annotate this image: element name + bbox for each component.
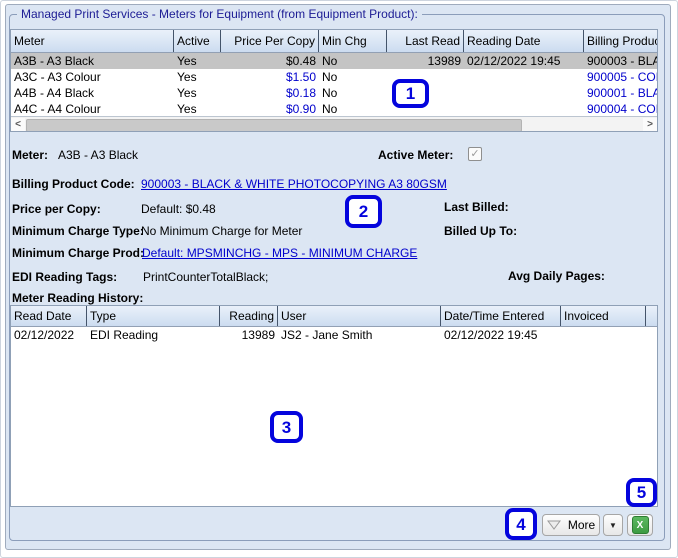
scroll-right-icon[interactable]: > <box>643 118 657 131</box>
cell-price[interactable]: $0.18 <box>221 85 319 101</box>
cell-active: Yes <box>174 101 221 117</box>
export-excel-button[interactable]: X <box>627 514 653 536</box>
cell-active: Yes <box>174 85 221 101</box>
edi-reading-tags-label: EDI Reading Tags: <box>12 270 117 284</box>
history-header-user[interactable]: User <box>278 306 441 326</box>
callout-badge-2: 2 <box>345 195 382 228</box>
cell-datetime: 02/12/2022 19:45 <box>441 327 561 343</box>
scroll-left-icon[interactable]: < <box>11 118 25 131</box>
history-table-header: Read Date Type Reading User Date/Time En… <box>11 306 657 327</box>
min-charge-prod-link[interactable]: Default: MPSMINCHG - MPS - MINIMUM CHARG… <box>142 246 417 260</box>
caret-down-icon: ▼ <box>609 521 617 530</box>
price-per-copy-label: Price per Copy: <box>12 202 101 216</box>
active-meter-checkbox: ✓ <box>468 147 482 161</box>
history-header-readdate[interactable]: Read Date <box>11 306 87 326</box>
cell-reading: 13989 <box>220 327 278 343</box>
cell-min_chg: No <box>319 53 387 69</box>
billed-up-to-label: Billed Up To: <box>444 224 517 238</box>
cell-meter: A3C - A3 Colour <box>11 69 174 85</box>
triangle-down-icon <box>547 520 561 530</box>
active-meter-label: Active Meter: <box>378 148 453 162</box>
min-charge-prod-label: Minimum Charge Prod: <box>12 246 144 260</box>
cell-type: EDI Reading <box>87 327 220 343</box>
callout-badge-5: 5 <box>626 478 657 507</box>
billing-product-label: Billing Product Code: <box>12 177 135 191</box>
cell-reading_date <box>464 101 584 117</box>
min-charge-type-label: Minimum Charge Type: <box>12 224 144 238</box>
cell-min_chg: No <box>319 85 387 101</box>
history-row[interactable]: 02/12/2022EDI Reading13989JS2 - Jane Smi… <box>11 327 657 343</box>
meter-row[interactable]: A3B - A3 BlackYes$0.48No1398902/12/2022 … <box>11 53 657 69</box>
more-dropdown-button[interactable]: ▼ <box>603 514 623 536</box>
cell-price[interactable]: $1.50 <box>221 69 319 85</box>
cell-invoiced <box>561 327 646 343</box>
cell-billing_product[interactable]: 900004 - COLO <box>584 101 657 117</box>
edi-reading-tags-value: PrintCounterTotalBlack; <box>143 270 268 284</box>
groupbox-title: Managed Print Services - Meters for Equi… <box>17 7 422 21</box>
history-header-type[interactable]: Type <box>87 306 220 326</box>
meters-table-body: A3B - A3 BlackYes$0.48No1398902/12/2022 … <box>11 53 657 117</box>
cell-price[interactable]: $0.90 <box>221 101 319 117</box>
history-table: Read Date Type Reading User Date/Time En… <box>10 305 658 507</box>
price-per-copy-value: Default: $0.48 <box>141 202 216 216</box>
meters-header-price[interactable]: Price Per Copy <box>221 30 319 52</box>
meters-table-header: Meter Active Price Per Copy Min Chg Last… <box>11 30 657 53</box>
history-header-invoiced[interactable]: Invoiced <box>561 306 646 326</box>
meters-header-minchg[interactable]: Min Chg <box>319 30 387 52</box>
cell-reading_date: 02/12/2022 19:45 <box>464 53 584 69</box>
cell-price: $0.48 <box>221 53 319 69</box>
excel-icon: X <box>632 516 649 534</box>
cell-billing_product[interactable]: 900001 - BLAC <box>584 85 657 101</box>
cell-meter: A4C - A4 Colour <box>11 101 174 117</box>
callout-badge-1: 1 <box>392 79 429 108</box>
more-button[interactable]: More <box>542 514 600 536</box>
meter-row[interactable]: A3C - A3 ColourYes$1.50No 900005 - COLO <box>11 69 657 85</box>
callout-badge-3: 3 <box>270 411 303 443</box>
meters-header-lastread[interactable]: Last Read <box>387 30 464 52</box>
meter-value: A3B - A3 Black <box>58 148 138 162</box>
history-header-filler <box>646 306 657 326</box>
cell-min_chg: No <box>319 101 387 117</box>
cell-min_chg: No <box>319 69 387 85</box>
meters-header-active[interactable]: Active <box>174 30 221 52</box>
cell-meter: A4B - A4 Black <box>11 85 174 101</box>
cell-last_read: 13989 <box>387 53 464 69</box>
meters-header-billingproduct[interactable]: Billing Product <box>584 30 657 52</box>
cell-billing_product: 900003 - BLACK & WHITE PHOTOCOPYING A3 8… <box>584 53 657 69</box>
cell-meter: A3B - A3 Black <box>11 53 174 69</box>
history-table-body: 02/12/2022EDI Reading13989JS2 - Jane Smi… <box>11 327 657 343</box>
meters-table: Meter Active Price Per Copy Min Chg Last… <box>10 29 658 132</box>
cell-user: JS2 - Jane Smith <box>278 327 441 343</box>
check-icon: ✓ <box>470 149 479 160</box>
cell-active: Yes <box>174 69 221 85</box>
last-billed-label: Last Billed: <box>444 200 509 214</box>
more-button-label: More <box>568 518 595 532</box>
callout-badge-4: 4 <box>505 508 537 540</box>
scrollbar-thumb[interactable] <box>26 119 522 132</box>
meters-header-meter[interactable]: Meter <box>11 30 174 52</box>
min-charge-type-value: No Minimum Charge for Meter <box>141 224 302 238</box>
meter-row[interactable]: A4B - A4 BlackYes$0.18No 900001 - BLAC <box>11 85 657 101</box>
cell-active: Yes <box>174 53 221 69</box>
mps-meters-window: Managed Print Services - Meters for Equi… <box>0 0 678 558</box>
billing-product-link[interactable]: 900003 - BLACK & WHITE PHOTOCOPYING A3 8… <box>141 177 447 191</box>
cell-billing_product[interactable]: 900005 - COLO <box>584 69 657 85</box>
meters-hscrollbar[interactable]: < > <box>11 116 657 131</box>
avg-daily-pages-label: Avg Daily Pages: <box>508 269 605 283</box>
meter-label: Meter: <box>12 148 48 162</box>
meters-header-readingdate[interactable]: Reading Date <box>464 30 584 52</box>
meter-row[interactable]: A4C - A4 ColourYes$0.90No 900004 - COLO <box>11 101 657 117</box>
history-header-reading[interactable]: Reading <box>220 306 278 326</box>
meter-reading-history-label: Meter Reading History: <box>12 291 143 305</box>
cell-reading_date <box>464 85 584 101</box>
cell-read_date: 02/12/2022 <box>11 327 87 343</box>
cell-reading_date <box>464 69 584 85</box>
history-header-datetime[interactable]: Date/Time Entered <box>441 306 561 326</box>
